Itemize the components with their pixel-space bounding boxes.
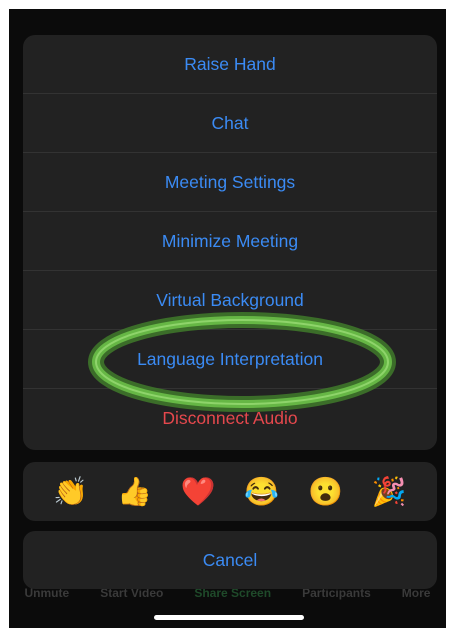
language-interpretation-button[interactable]: Language Interpretation	[23, 330, 437, 389]
action-sheet: Raise Hand Chat Meeting Settings Minimiz…	[23, 35, 437, 450]
meeting-settings-button[interactable]: Meeting Settings	[23, 153, 437, 212]
reactions-bar: 👏 👍 ❤️ 😂 😮 🎉	[23, 462, 437, 521]
cancel-button[interactable]: Cancel	[23, 531, 437, 589]
thumbs-up-icon[interactable]: 👍	[117, 477, 152, 506]
open-mouth-icon[interactable]: 😮	[308, 477, 343, 506]
clapping-hands-icon[interactable]: 👏	[53, 477, 88, 506]
home-indicator	[154, 615, 304, 620]
disconnect-audio-button[interactable]: Disconnect Audio	[23, 389, 437, 448]
virtual-background-button[interactable]: Virtual Background	[23, 271, 437, 330]
chat-button[interactable]: Chat	[23, 94, 437, 153]
meeting-screen: Unmute Start Video Share Screen Particip…	[9, 9, 446, 628]
tears-of-joy-icon[interactable]: 😂	[244, 477, 279, 506]
minimize-meeting-button[interactable]: Minimize Meeting	[23, 212, 437, 271]
raise-hand-button[interactable]: Raise Hand	[23, 35, 437, 94]
heart-icon[interactable]: ❤️	[181, 477, 216, 506]
party-popper-icon[interactable]: 🎉	[372, 477, 407, 506]
